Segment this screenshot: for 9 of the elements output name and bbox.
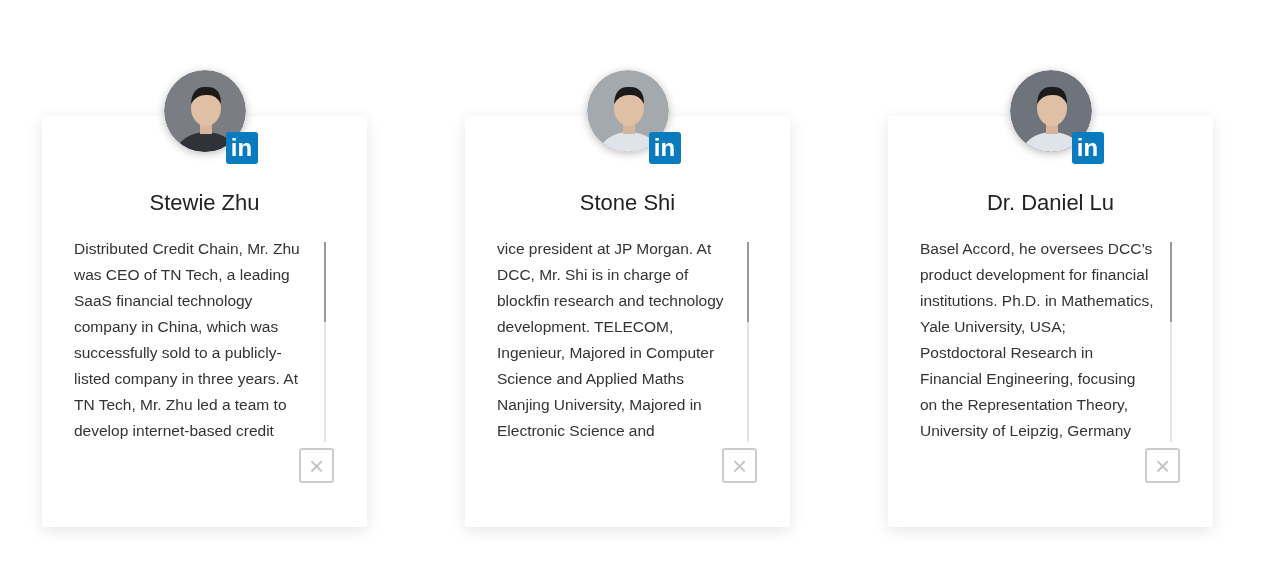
person-name: Dr. Daniel Lu <box>985 189 1116 217</box>
person-name: Stewie Zhu <box>148 189 261 217</box>
linkedin-icon[interactable]: in <box>1071 132 1104 164</box>
linkedin-icon[interactable]: in <box>225 132 258 164</box>
bio-text: Distributed Credit Chain, Mr. Zhu was CEO of TN Tech, a leading SaaS financial technology company in China, which was successfully sold to a publicly-listed company in three years. At TN Tech, Mr. Zhu led a team to develop internet-based credit <box>74 239 301 441</box>
bio-text: vice president at JP Morgan. At DCC, Mr. Shi is in charge of blockfin research and technology development. TELECOM, Ingenieur, Majored in Computer Science and Applied Maths Nanjing University, Majored in Electronic Science and <box>497 239 725 441</box>
bio-text: Basel Accord, he oversees DCC’s product development for financial institutions. Ph.D. in Mathematics, Yale University, USA; Postdoctoral Research in Financial Engineering, focusing on the Representation Theory, University of Leipzig, Germany <box>920 239 1155 441</box>
linkedin-icon[interactable]: in <box>648 132 681 164</box>
person-name: Stone Shi <box>578 189 677 217</box>
